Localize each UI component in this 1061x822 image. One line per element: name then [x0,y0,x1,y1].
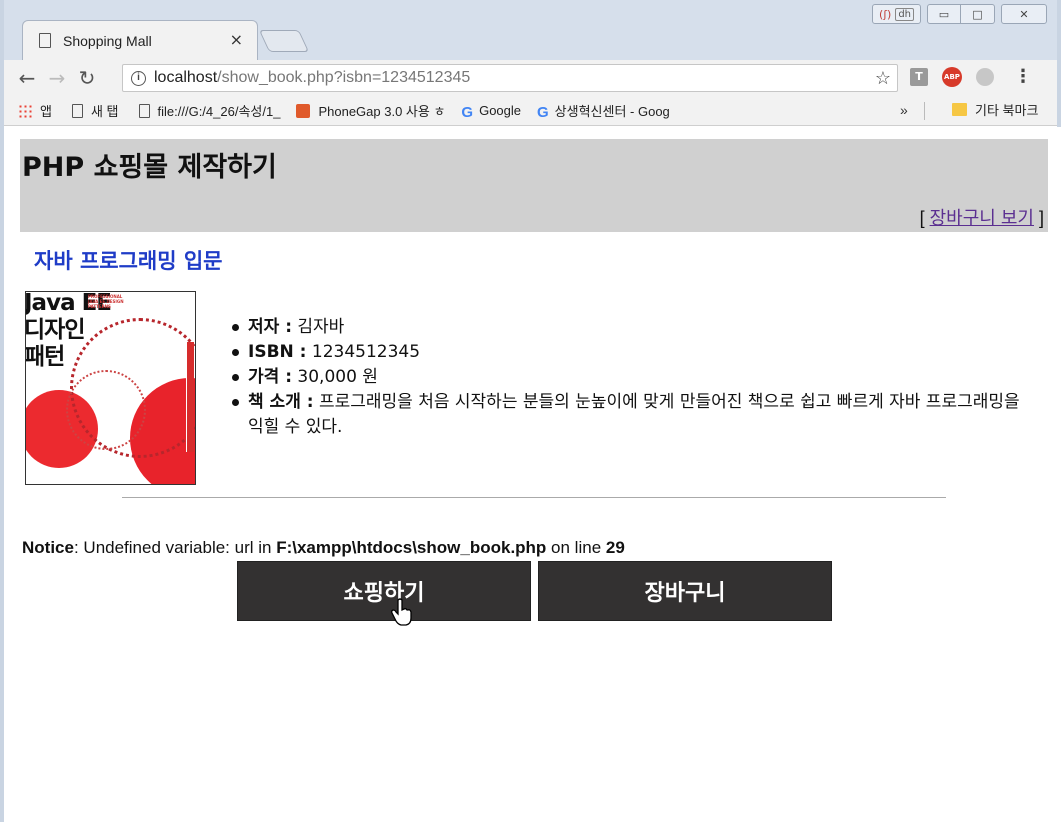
bookmark-phonegap[interactable]: PhoneGap 3.0 사용 ㅎ [296,101,445,120]
window-controls: (ʃ) dh ▭ □ ✕ [872,4,1047,24]
tab-shopping-mall[interactable]: Shopping Mall × [22,20,258,60]
list-item-description: 책 소개 : 프로그래밍을 처음 시작하는 분들의 눈높이에 맞게 만들어진 책… [232,390,1038,440]
page-icon [39,33,51,48]
bookmark-label: 기타 북마크 [975,103,1039,118]
folder-icon [952,103,967,116]
book-info-list: 저자 : 김자바 ISBN : 1234512345 가격 : 30,000 원… [232,315,1038,440]
bookmark-other[interactable]: 기타 북마크 [952,100,1038,119]
site-header: PHP 쇼핑몰 제작하기 [ 장바구니 보기 ] [20,139,1048,232]
back-arrow-icon[interactable]: ← [12,66,42,90]
bracket-close: ] [1033,208,1044,228]
bookmark-label: Google [479,103,521,118]
forward-arrow-icon[interactable]: → [42,66,72,90]
notice-file: F:\xampp\htdocs\show_book.php [276,538,547,557]
cart-button[interactable]: 장바구니 [538,561,832,621]
hand-cursor-icon [391,598,412,626]
ext-badge-label: (ʃ) [879,7,892,21]
tab-title: Shopping Mall [63,32,152,49]
minimize-button[interactable]: ▭ [927,4,961,24]
list-item-price: 가격 : 30,000 원 [232,365,1038,390]
browser-window: Shopping Mall × (ʃ) dh ▭ □ ✕ ← → ↻ i loc… [0,0,1061,822]
cover-title-line2: 디자인 [25,317,85,343]
divider [122,497,946,498]
bookmark-new-tab[interactable]: 새 탭 [71,101,119,120]
description-label: 책 소개 : [248,392,314,412]
dh-icon: dh [895,7,914,21]
url-host: localhost [154,69,218,86]
bookmark-label: PhoneGap 3.0 사용 ㅎ [318,104,446,119]
notice-online: on line [546,538,606,557]
list-item-isbn: ISBN : 1234512345 [232,340,1038,365]
window-button-group: ▭ □ [927,4,995,24]
maximize-button[interactable]: □ [961,4,995,24]
cart-link-container: [ 장바구니 보기 ] [920,204,1044,230]
price-label: 가격 : [248,367,292,387]
bookmark-apps[interactable]: 앱 [18,101,52,120]
shopping-button[interactable]: 쇼핑하기 [237,561,531,621]
author-label: 저자 : [248,317,292,337]
menu-dots-icon[interactable]: ⋮ [1014,66,1032,87]
reload-icon[interactable]: ↻ [72,66,102,90]
address-bar[interactable]: i localhost/show_book.php?isbn=123451234… [122,64,898,92]
bookmarks-divider [924,102,925,120]
bookmark-sangsaeng[interactable]: G 상생혁신센터 - Goog [537,101,670,121]
browser-toolbar: ← → ↻ i localhost/show_book.php?isbn=123… [4,60,1057,96]
title-bar: Shopping Mall × (ʃ) dh ▭ □ ✕ [4,0,1057,60]
description-value: 프로그래밍을 처음 시작하는 분들의 눈높이에 맞게 만들어진 책으로 쉽고 빠… [248,392,1020,437]
cover-dotted-ring-small [66,370,146,450]
tab-close-icon[interactable]: × [230,30,243,49]
t-extension-icon[interactable]: T [910,67,928,86]
notice-text: : Undefined variable: url in [73,538,277,557]
extension-icons: T ABP ⋮ [910,66,1032,87]
cover-spine [186,342,194,452]
notice-label: Notice [22,538,74,557]
globe-icon[interactable] [976,67,994,86]
apps-icon [18,103,32,118]
cover-title-line3: 패턴 [25,344,65,370]
price-value: 30,000 원 [292,367,378,387]
bookmark-label: file:///G:/4_26/속성/1_ [157,104,281,119]
google-icon: G [461,103,474,121]
google-icon: G [537,103,549,121]
site-title: PHP 쇼핑몰 제작하기 [22,152,277,183]
new-tab-button[interactable] [258,30,310,52]
bookmark-label: 앱 [40,104,52,119]
adblock-icon[interactable]: ABP [942,66,962,87]
notice-line: 29 [605,538,625,557]
page-content: PHP 쇼핑몰 제작하기 [ 장바구니 보기 ] 자바 프로그래밍 입문 Jav… [8,127,1061,822]
view-cart-link[interactable]: 장바구니 보기 [930,208,1034,228]
close-window-button[interactable]: ✕ [1001,4,1047,24]
bookmarks-bar: 앱 새 탭 file:///G:/4_26/속성/1_ PhoneGap 3.0… [4,96,1057,126]
bookmarks-more-icon[interactable]: » [900,102,908,118]
bookmark-google[interactable]: G Google [461,103,521,121]
page-icon [138,103,150,118]
info-icon[interactable]: i [131,70,146,86]
phonegap-icon [296,103,311,118]
book-title: 자바 프로그래밍 입문 [34,249,223,273]
isbn-label: ISBN : [248,342,307,362]
window-extension-badge[interactable]: (ʃ) dh [872,4,921,24]
bookmark-file[interactable]: file:///G:/4_26/속성/1_ [138,101,281,120]
isbn-value: 1234512345 [306,342,421,362]
bookmark-label: 상생혁신센터 - Goog [554,104,670,119]
bookmark-star-icon[interactable]: ☆ [875,68,891,89]
bookmark-label: 새 탭 [90,104,119,119]
bracket-open: [ [919,208,930,228]
url-path: /show_book.php?isbn=1234512345 [217,69,471,86]
author-value: 김자바 [292,317,345,337]
page-icon [71,103,83,118]
cover-subtitle: PROFESSIONAL JAVA EE DESIGN PATTERNS [88,294,124,309]
php-notice: Notice: Undefined variable: url in F:\xa… [22,538,625,558]
list-item-author: 저자 : 김자바 [232,315,1038,340]
book-cover-image: Java EE 디자인 패턴 PROFESSIONAL JAVA EE DESI… [25,291,196,485]
